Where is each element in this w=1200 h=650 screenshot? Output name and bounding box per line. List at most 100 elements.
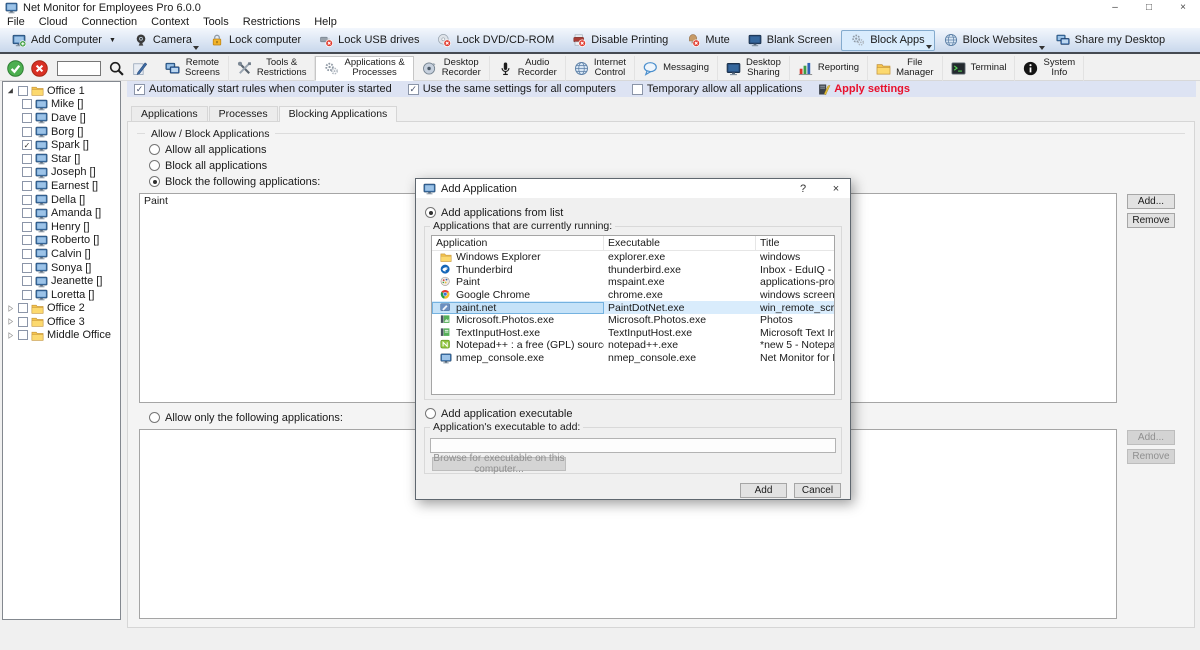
running-applications-table[interactable]: ApplicationExecutableTitle Windows Explo… <box>431 235 835 395</box>
tree-item-middle-office[interactable]: Middle Office <box>3 329 120 343</box>
tree-checkbox[interactable] <box>18 330 28 340</box>
menu-restrictions[interactable]: Restrictions <box>236 16 307 28</box>
checkbox-use-the-same-settings-for-all-computers[interactable]: ✓Use the same settings for all computers <box>408 83 616 95</box>
radio-add-applications-from-list[interactable]: Add applications from list <box>425 206 842 219</box>
toolbar-button-lock-dvd-cd-rom[interactable]: Lock DVD/CD-ROM <box>428 30 563 51</box>
apply-settings-button[interactable]: Apply settings <box>818 83 910 96</box>
menu-cloud[interactable]: Cloud <box>32 16 75 28</box>
app-row-paint[interactable]: Paintmspaint.exeapplications-processes.p… <box>432 276 834 289</box>
tree-checkbox[interactable] <box>22 222 32 232</box>
connect-button[interactable] <box>7 60 24 77</box>
column-header-executable[interactable]: Executable <box>604 236 756 251</box>
tab-blocking-applications[interactable]: Blocking Applications <box>279 106 398 122</box>
blocked-remove-button[interactable]: Remove <box>1127 213 1175 228</box>
tree-item-office-2[interactable]: Office 2 <box>3 302 120 316</box>
column-header-title[interactable]: Title <box>756 237 834 249</box>
tree-checkbox[interactable] <box>22 249 32 259</box>
tab-applications[interactable]: Applications <box>131 106 208 121</box>
tree-item-amanda[interactable]: Amanda [] <box>3 206 120 220</box>
tree-checkbox[interactable] <box>22 154 32 164</box>
radio-allow-all-applications[interactable]: Allow all applications <box>149 143 1185 156</box>
tree-item-della[interactable]: Della [] <box>3 193 120 207</box>
tree-item-office-1[interactable]: Office 1 <box>3 84 120 98</box>
app-row-paint-net[interactable]: paint.netPaintDotNet.exewin_remote_scree… <box>432 301 834 314</box>
checkbox-automatically-start-rules-when-computer-is-started[interactable]: ✓Automatically start rules when computer… <box>134 83 392 95</box>
ribbon-tab-internet-control[interactable]: InternetControl <box>566 56 635 81</box>
ribbon-tab-desktop-sharing[interactable]: DesktopSharing <box>718 56 790 81</box>
radio-circle[interactable] <box>149 176 160 187</box>
tree-checkbox[interactable] <box>22 235 32 245</box>
menu-help[interactable]: Help <box>307 16 344 28</box>
app-row-microsoft-photos-exe[interactable]: Microsoft.Photos.exeMicrosoft.Photos.exe… <box>432 314 834 327</box>
ribbon-tab-messaging[interactable]: Messaging <box>635 56 718 81</box>
tree-expand-icon[interactable] <box>6 316 15 327</box>
ribbon-tab-file-manager[interactable]: FileManager <box>868 56 943 81</box>
tree-checkbox[interactable] <box>18 86 28 96</box>
blocked-add-button[interactable]: Add... <box>1127 194 1175 209</box>
tree-item-spark[interactable]: ✓Spark [] <box>3 138 120 152</box>
ribbon-tab-audio-recorder[interactable]: AudioRecorder <box>490 56 566 81</box>
toolbar-button-block-apps[interactable]: Block Apps <box>841 30 934 51</box>
edit-icon[interactable] <box>132 61 147 76</box>
tree-checkbox[interactable] <box>22 127 32 137</box>
tree-item-loretta[interactable]: Loretta [] <box>3 288 120 302</box>
toolbar-button-block-websites[interactable]: Block Websites <box>935 30 1047 51</box>
tree-checkbox[interactable] <box>22 181 32 191</box>
maximize-button[interactable]: □ <box>1132 0 1166 15</box>
tree-item-joseph[interactable]: Joseph [] <box>3 166 120 180</box>
checkbox-box[interactable]: ✓ <box>408 84 419 95</box>
ribbon-tab-tools-restrictions[interactable]: Tools &Restrictions <box>229 56 316 81</box>
radio-circle[interactable] <box>149 412 160 423</box>
tree-checkbox[interactable] <box>22 263 32 273</box>
column-header-application[interactable]: Application <box>432 236 604 251</box>
tree-item-earnest[interactable]: Earnest [] <box>3 179 120 193</box>
toolbar-button-add-computer[interactable]: Add Computer▼ <box>3 30 125 51</box>
radio-circle[interactable] <box>425 207 436 218</box>
tree-checkbox[interactable] <box>22 167 32 177</box>
add-button[interactable]: Add <box>740 483 787 498</box>
toolbar-button-share-my-desktop[interactable]: Share my Desktop <box>1047 30 1174 51</box>
tree-item-mike[interactable]: Mike [] <box>3 98 120 112</box>
ribbon-tab-applications-processes[interactable]: Applications &Processes <box>315 56 413 81</box>
ribbon-tab-system-info[interactable]: SystemInfo <box>1015 56 1084 81</box>
tree-expand-icon[interactable] <box>6 303 15 314</box>
tree-item-office-3[interactable]: Office 3 <box>3 315 120 329</box>
app-row-nmep-console-exe[interactable]: nmep_console.exenmep_console.exeNet Moni… <box>432 352 834 365</box>
toolbar-button-mute[interactable]: Mute <box>677 30 738 51</box>
tree-item-dave[interactable]: Dave [] <box>3 111 120 125</box>
tree-item-borg[interactable]: Borg [] <box>3 125 120 139</box>
search-input[interactable] <box>57 61 101 76</box>
toolbar-button-lock-usb-drives[interactable]: Lock USB drives <box>310 30 428 51</box>
checkbox-box[interactable] <box>632 84 643 95</box>
app-row-textinputhost-exe[interactable]: TextInputHost.exeTextInputHost.exeMicros… <box>432 327 834 340</box>
tree-checkbox[interactable] <box>18 303 28 313</box>
tree-checkbox[interactable] <box>22 195 32 205</box>
tree-checkbox[interactable] <box>22 99 32 109</box>
tree-checkbox[interactable] <box>18 317 28 327</box>
checkbox-temporary-allow-all-applications[interactable]: Temporary allow all applications <box>632 83 802 95</box>
radio-circle[interactable] <box>149 160 160 171</box>
tree-item-sonya[interactable]: Sonya [] <box>3 261 120 275</box>
radio-circle[interactable] <box>149 144 160 155</box>
tree-checkbox[interactable] <box>22 113 32 123</box>
tree-item-star[interactable]: Star [] <box>3 152 120 166</box>
tree-checkbox[interactable] <box>22 290 32 300</box>
tree-item-roberto[interactable]: Roberto [] <box>3 234 120 248</box>
executable-path-input[interactable] <box>430 438 836 453</box>
tree-item-calvin[interactable]: Calvin [] <box>3 247 120 261</box>
tree-checkbox[interactable]: ✓ <box>22 140 32 150</box>
tree-checkbox[interactable] <box>22 276 32 286</box>
tab-processes[interactable]: Processes <box>209 106 278 121</box>
ribbon-tab-reporting[interactable]: Reporting <box>790 56 868 81</box>
cancel-button[interactable]: Cancel <box>794 483 841 498</box>
minimize-button[interactable]: – <box>1098 0 1132 15</box>
app-row-thunderbird[interactable]: Thunderbirdthunderbird.exeInbox - EduIQ … <box>432 264 834 277</box>
menu-tools[interactable]: Tools <box>196 16 236 28</box>
radio-block-all-applications[interactable]: Block all applications <box>149 159 1185 172</box>
checkbox-box[interactable]: ✓ <box>134 84 145 95</box>
toolbar-button-disable-printing[interactable]: Disable Printing <box>563 30 677 51</box>
app-row-windows-explorer[interactable]: Windows Explorerexplorer.exewindows <box>432 251 834 264</box>
ribbon-tab-remote-screens[interactable]: RemoteScreens <box>157 56 229 81</box>
ribbon-tab-desktop-recorder[interactable]: DesktopRecorder <box>414 56 490 81</box>
disconnect-button[interactable] <box>31 60 48 77</box>
